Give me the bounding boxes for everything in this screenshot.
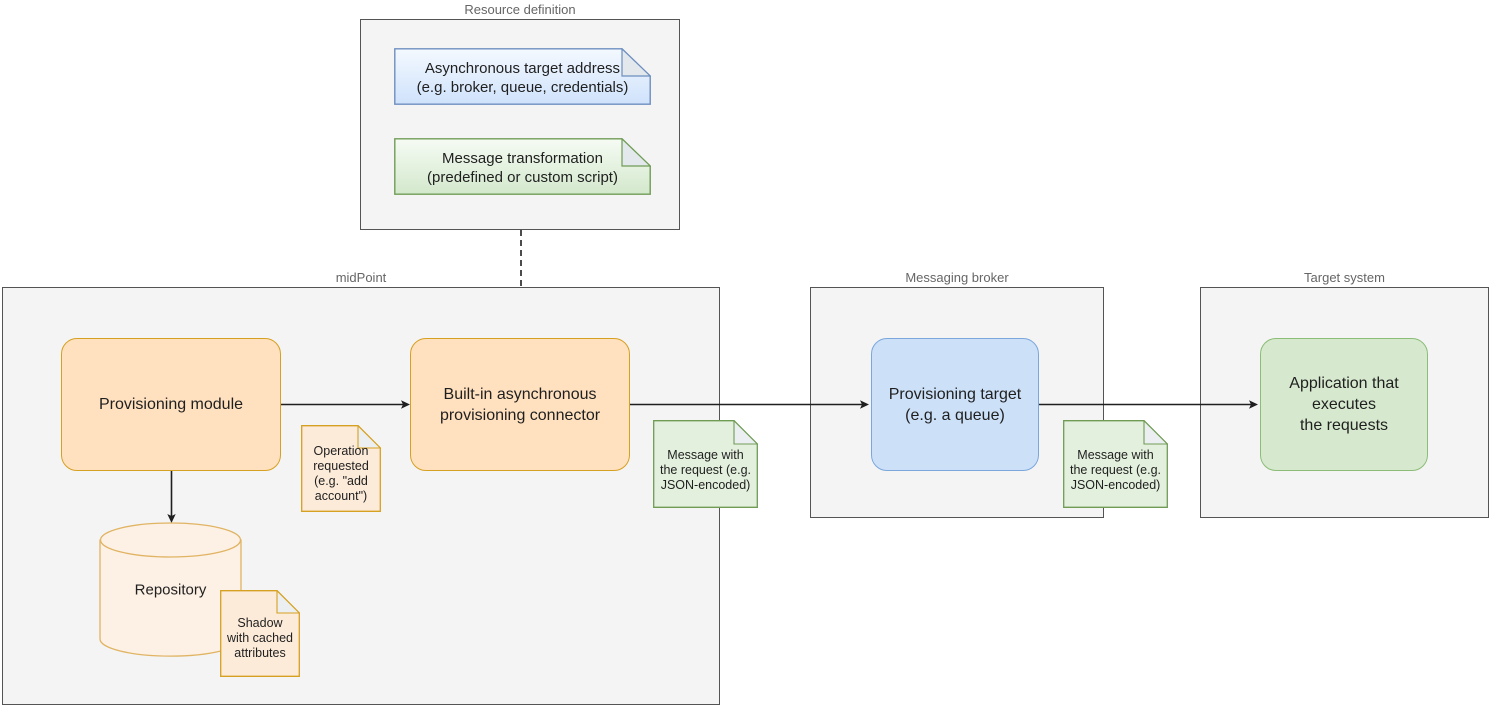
node-provisioning-module-label: Provisioning module [98,396,244,413]
edge-connector-to-provisioning-target [630,396,871,413]
group-label-messaging-broker: Messaging broker [905,270,1009,285]
note-shadow-with-cached-attributes: Shadow with cached attributes [220,590,300,677]
card-asynchronous-target-address: Asynchronous target address (e.g. broker… [394,48,651,105]
edge-module-to-repository [163,471,180,524]
edge-module-to-connector [281,396,412,413]
note-operation-requested: Operation requested (e.g. "add account") [301,425,381,512]
node-async-provisioning-connector-label: Built-in asynchronous provisioning conne… [439,385,601,424]
edge-provisioning-target-to-application [1039,396,1260,413]
note-message-with-request-broker: Message with the request (e.g. JSON-enco… [1063,420,1168,508]
note-message-with-request-midpoint: Message with the request (e.g. JSON-enco… [653,420,758,508]
card-message-transformation: Message transformation (predefined or cu… [394,138,651,195]
node-async-provisioning-connector[interactable]: Built-in asynchronous provisioning conne… [410,338,630,471]
node-application-executes-requests[interactable]: Application that executes the requests [1260,338,1428,471]
node-provisioning-target-label: Provisioning target (e.g. a queue) [888,385,1022,424]
diagram-canvas: Resource definition Asynchronous target … [0,0,1491,710]
group-label-resource-definition: Resource definition [464,2,576,17]
group-label-target-system: Target system [1304,270,1385,285]
node-application-executes-requests-label: Application that executes the requests [1289,375,1399,434]
group-label-midpoint: midPoint [335,270,387,285]
node-provisioning-module[interactable]: Provisioning module [61,338,281,471]
node-provisioning-target[interactable]: Provisioning target (e.g. a queue) [871,338,1039,471]
